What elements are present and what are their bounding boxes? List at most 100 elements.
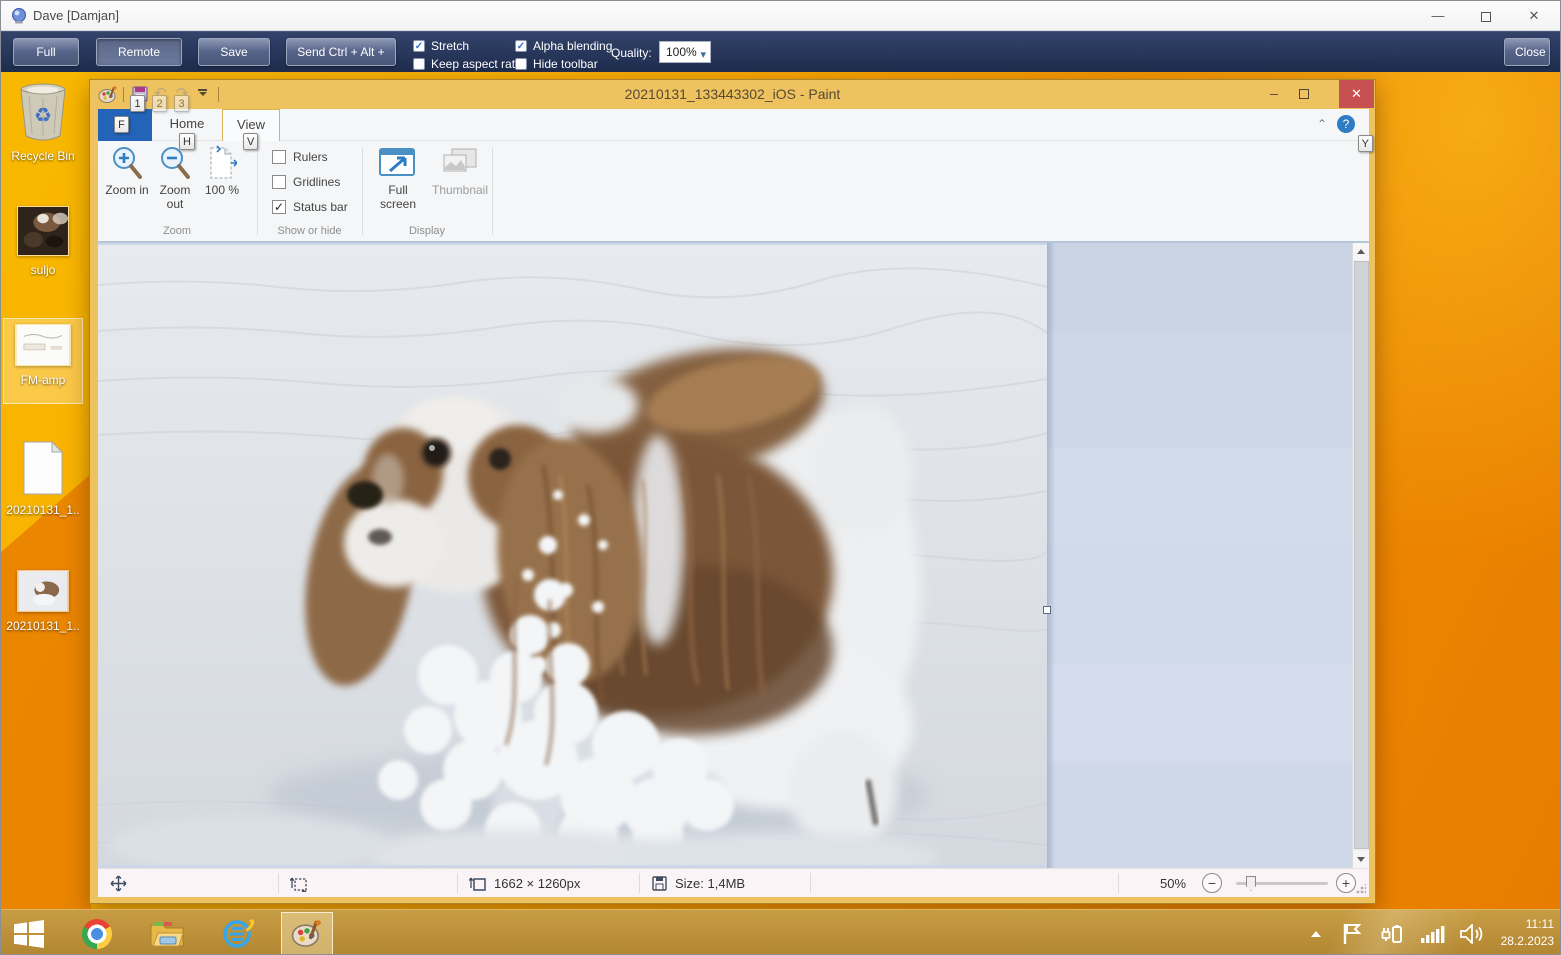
status-bar-checkbox-row[interactable]: ✓ Status bar <box>272 200 348 214</box>
thumbnail-button[interactable]: Thumbnail <box>428 145 492 197</box>
windows-logo-icon <box>14 920 44 948</box>
rulers-checkbox[interactable] <box>272 150 286 164</box>
desktop-icon-fm-amp[interactable]: FM-amp <box>1 324 85 387</box>
paint-workspace-background <box>1047 243 1352 868</box>
zoom-slider[interactable] <box>1236 882 1328 885</box>
paint-window: ↶ ↷ 20210131_133443302_iOS - Paint – ✕ 1… <box>89 79 1376 904</box>
selection-size-icon <box>290 875 308 892</box>
remote-control-button[interactable]: Remote control <box>96 38 182 66</box>
taskbar-chrome[interactable] <box>79 916 115 952</box>
keytip-home: H <box>179 133 195 150</box>
signal-bars-icon <box>1421 924 1446 944</box>
status-separator <box>810 873 811 893</box>
send-ctrl-alt-del-button[interactable]: Send Ctrl + Alt + Del <box>286 38 396 66</box>
canvas-size-icon <box>469 875 487 892</box>
rulers-checkbox-row[interactable]: Rulers <box>272 150 328 164</box>
zoom-slider-thumb[interactable] <box>1246 876 1256 891</box>
tray-power[interactable] <box>1380 910 1404 955</box>
vertical-scrollbar[interactable] <box>1352 243 1369 868</box>
zoom-out-status-button[interactable]: − <box>1202 873 1222 893</box>
gridlines-checkbox[interactable] <box>272 175 286 189</box>
scroll-down-icon <box>1357 857 1365 862</box>
clock-date: 28.2.2023 <box>1501 933 1554 950</box>
start-button[interactable] <box>11 916 47 952</box>
thumbnail-label: Thumbnail <box>428 183 492 197</box>
canvas-resize-handle[interactable] <box>1043 606 1051 614</box>
chrome-icon <box>82 919 112 949</box>
desktop-icon-suljo[interactable]: suljo <box>1 206 85 277</box>
group-label-zoom: Zoom <box>98 225 256 237</box>
scroll-up-button[interactable] <box>1353 243 1369 260</box>
zoom-out-icon <box>158 145 192 181</box>
paint-title: 20210131_133443302_iOS - Paint <box>90 86 1375 102</box>
document-icon <box>20 440 66 496</box>
thumbnail-icon <box>440 145 480 179</box>
desktop-icon-label: suljo <box>1 263 85 277</box>
zoom-in-icon <box>110 145 144 181</box>
help-icon[interactable]: ? <box>1337 115 1355 133</box>
group-label-show-or-hide: Show or hide <box>258 225 361 237</box>
paint-maximize-button[interactable] <box>1289 80 1319 108</box>
group-separator <box>492 147 493 235</box>
canvas-dimensions: 1662 × 1260px <box>494 876 580 891</box>
paint-close-button[interactable]: ✕ <box>1339 80 1374 108</box>
tray-network[interactable] <box>1421 910 1446 955</box>
stretch-checkbox[interactable]: ✓ <box>413 40 425 52</box>
ribbon-view-tab-content: Zoom in Zoom out <box>98 141 1369 243</box>
tray-volume[interactable] <box>1460 910 1484 955</box>
power-plug-icon <box>1380 923 1404 945</box>
tray-show-hidden[interactable] <box>1310 910 1322 955</box>
close-window-button[interactable]: ✕ <box>1512 1 1556 31</box>
file-explorer-icon <box>150 919 184 949</box>
taskbar-file-explorer[interactable] <box>149 916 185 952</box>
collapse-ribbon-icon[interactable]: ⌃ <box>1317 117 1327 131</box>
show-hidden-icons-icon <box>1310 930 1322 938</box>
zoom-100-button[interactable]: 100 % <box>202 145 242 197</box>
taskbar-clock[interactable]: 11:11 28.2.2023 <box>1501 916 1554 950</box>
window-resize-grip[interactable] <box>1356 884 1366 894</box>
taskbar-internet-explorer[interactable] <box>219 916 255 952</box>
zoom-100-label: 100 % <box>202 183 242 197</box>
photo-thumbnail-dark <box>17 206 69 256</box>
status-bar-label: Status bar <box>293 200 348 214</box>
canvas-photo-dog-in-snow[interactable] <box>98 245 1047 865</box>
quality-label: Quality: <box>611 46 652 60</box>
gridlines-checkbox-row[interactable]: Gridlines <box>272 175 340 189</box>
clock-time: 11:11 <box>1501 916 1554 933</box>
taskbar-paint-active[interactable] <box>281 912 333 955</box>
zoom-out-button[interactable]: Zoom out <box>152 145 198 211</box>
alpha-blending-label: Alpha blending <box>533 39 612 53</box>
zoom-in-status-button[interactable]: + <box>1336 873 1356 893</box>
full-screen-ribbon-button[interactable]: Full screen <box>372 145 424 211</box>
scrollbar-thumb[interactable] <box>1354 261 1369 849</box>
minimize-button[interactable]: — <box>1416 1 1460 31</box>
keep-aspect-ratio-checkbox[interactable] <box>413 58 425 70</box>
keytip-help: Y <box>1358 135 1373 152</box>
desktop-icon-recycle-bin[interactable]: ♻ Recycle Bin <box>1 82 85 163</box>
cursor-position-icon <box>110 875 127 892</box>
paint-minimize-button[interactable]: – <box>1259 80 1289 108</box>
quality-dropdown[interactable]: 100% ▾ <box>659 41 711 63</box>
full-screen-button[interactable]: Full screen <box>13 38 79 66</box>
maximize-icon <box>1481 12 1491 22</box>
zoom-level-text: 50% <box>1160 876 1186 891</box>
status-separator <box>278 873 279 893</box>
group-label-display: Display <box>363 225 491 237</box>
keep-aspect-checkbox-row: Keep aspect ratio <box>413 57 524 70</box>
status-bar-checkbox[interactable]: ✓ <box>272 200 286 214</box>
desktop-icon-file-2[interactable]: 20210131_1.. <box>1 570 85 633</box>
scroll-down-button[interactable] <box>1353 851 1369 868</box>
desktop-icon-file-1[interactable]: 20210131_1.. <box>1 440 85 517</box>
close-session-button[interactable]: Close <box>1504 38 1550 66</box>
tray-action-center[interactable] <box>1342 910 1362 955</box>
alpha-blending-checkbox[interactable]: ✓ <box>515 40 527 52</box>
keytip-save: 1 <box>130 95 145 112</box>
paint-status-bar: 1662 × 1260px Size: 1,4MB 50% − <box>98 868 1369 897</box>
maximize-button[interactable] <box>1464 1 1508 31</box>
remote-titlebar: Dave [Damjan] — ✕ <box>1 1 1560 31</box>
gridlines-label: Gridlines <box>293 175 340 189</box>
hide-toolbar-checkbox[interactable] <box>515 58 527 70</box>
zoom-in-button[interactable]: Zoom in <box>104 145 150 197</box>
save-screen-button[interactable]: Save screen <box>198 38 270 66</box>
remote-viewer-window: Dave [Damjan] — ✕ Full screen Remote con… <box>0 0 1561 955</box>
